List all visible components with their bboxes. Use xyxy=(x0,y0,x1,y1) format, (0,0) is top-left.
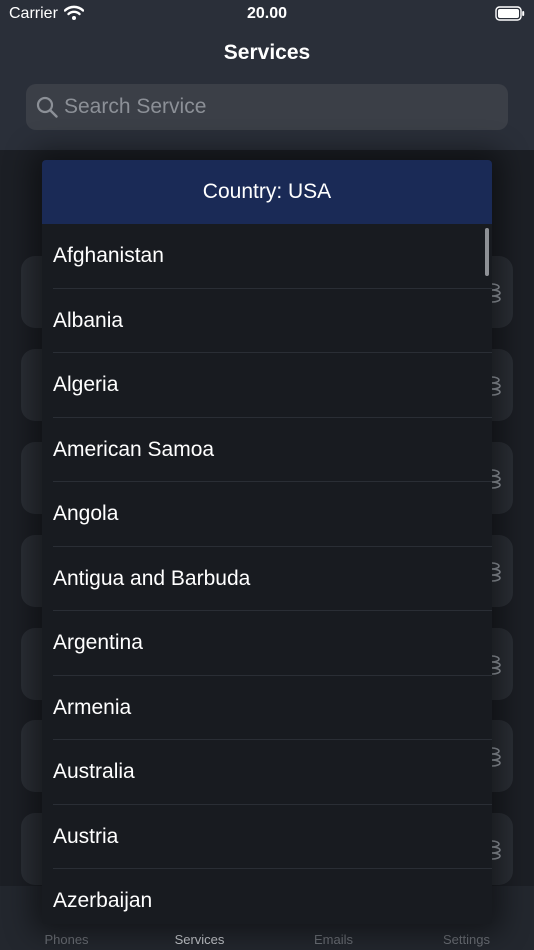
country-item[interactable]: Austria xyxy=(42,805,492,870)
status-time: 20.00 xyxy=(246,5,288,22)
country-dropdown-header[interactable]: Country: USA xyxy=(42,160,492,224)
country-item[interactable]: Afghanistan xyxy=(42,224,492,289)
country-item[interactable]: Australia xyxy=(42,740,492,805)
tab-label: Services xyxy=(174,932,225,947)
status-bar: Carrier 20.00 xyxy=(0,0,534,28)
country-item[interactable]: Albania xyxy=(42,289,492,354)
header: Carrier 20.00 Services xyxy=(0,0,534,150)
search-input[interactable] xyxy=(64,84,494,130)
country-item[interactable]: Argentina xyxy=(42,611,492,676)
country-item[interactable]: American Samoa xyxy=(42,418,492,483)
country-item[interactable]: Algeria xyxy=(42,353,492,418)
tab-label: Phones xyxy=(44,932,89,947)
country-item[interactable]: Azerbaijan xyxy=(42,869,492,924)
scrollbar[interactable] xyxy=(485,228,489,276)
search-bar[interactable] xyxy=(26,84,508,130)
page-title: Services xyxy=(223,41,311,64)
country-list[interactable]: Afghanistan Albania Algeria American Sam… xyxy=(42,224,492,924)
battery-icon xyxy=(495,6,525,21)
country-item[interactable]: Antigua and Barbuda xyxy=(42,547,492,612)
search-icon xyxy=(36,96,58,118)
country-item[interactable]: Angola xyxy=(42,482,492,547)
country-item[interactable]: Armenia xyxy=(42,676,492,741)
country-dropdown: Country: USA Afghanistan Albania Algeria… xyxy=(42,160,492,924)
screen: Phones Services Emails Settings Carrier … xyxy=(0,0,534,950)
tab-label: Settings xyxy=(443,932,490,947)
tab-label: Emails xyxy=(313,932,353,947)
